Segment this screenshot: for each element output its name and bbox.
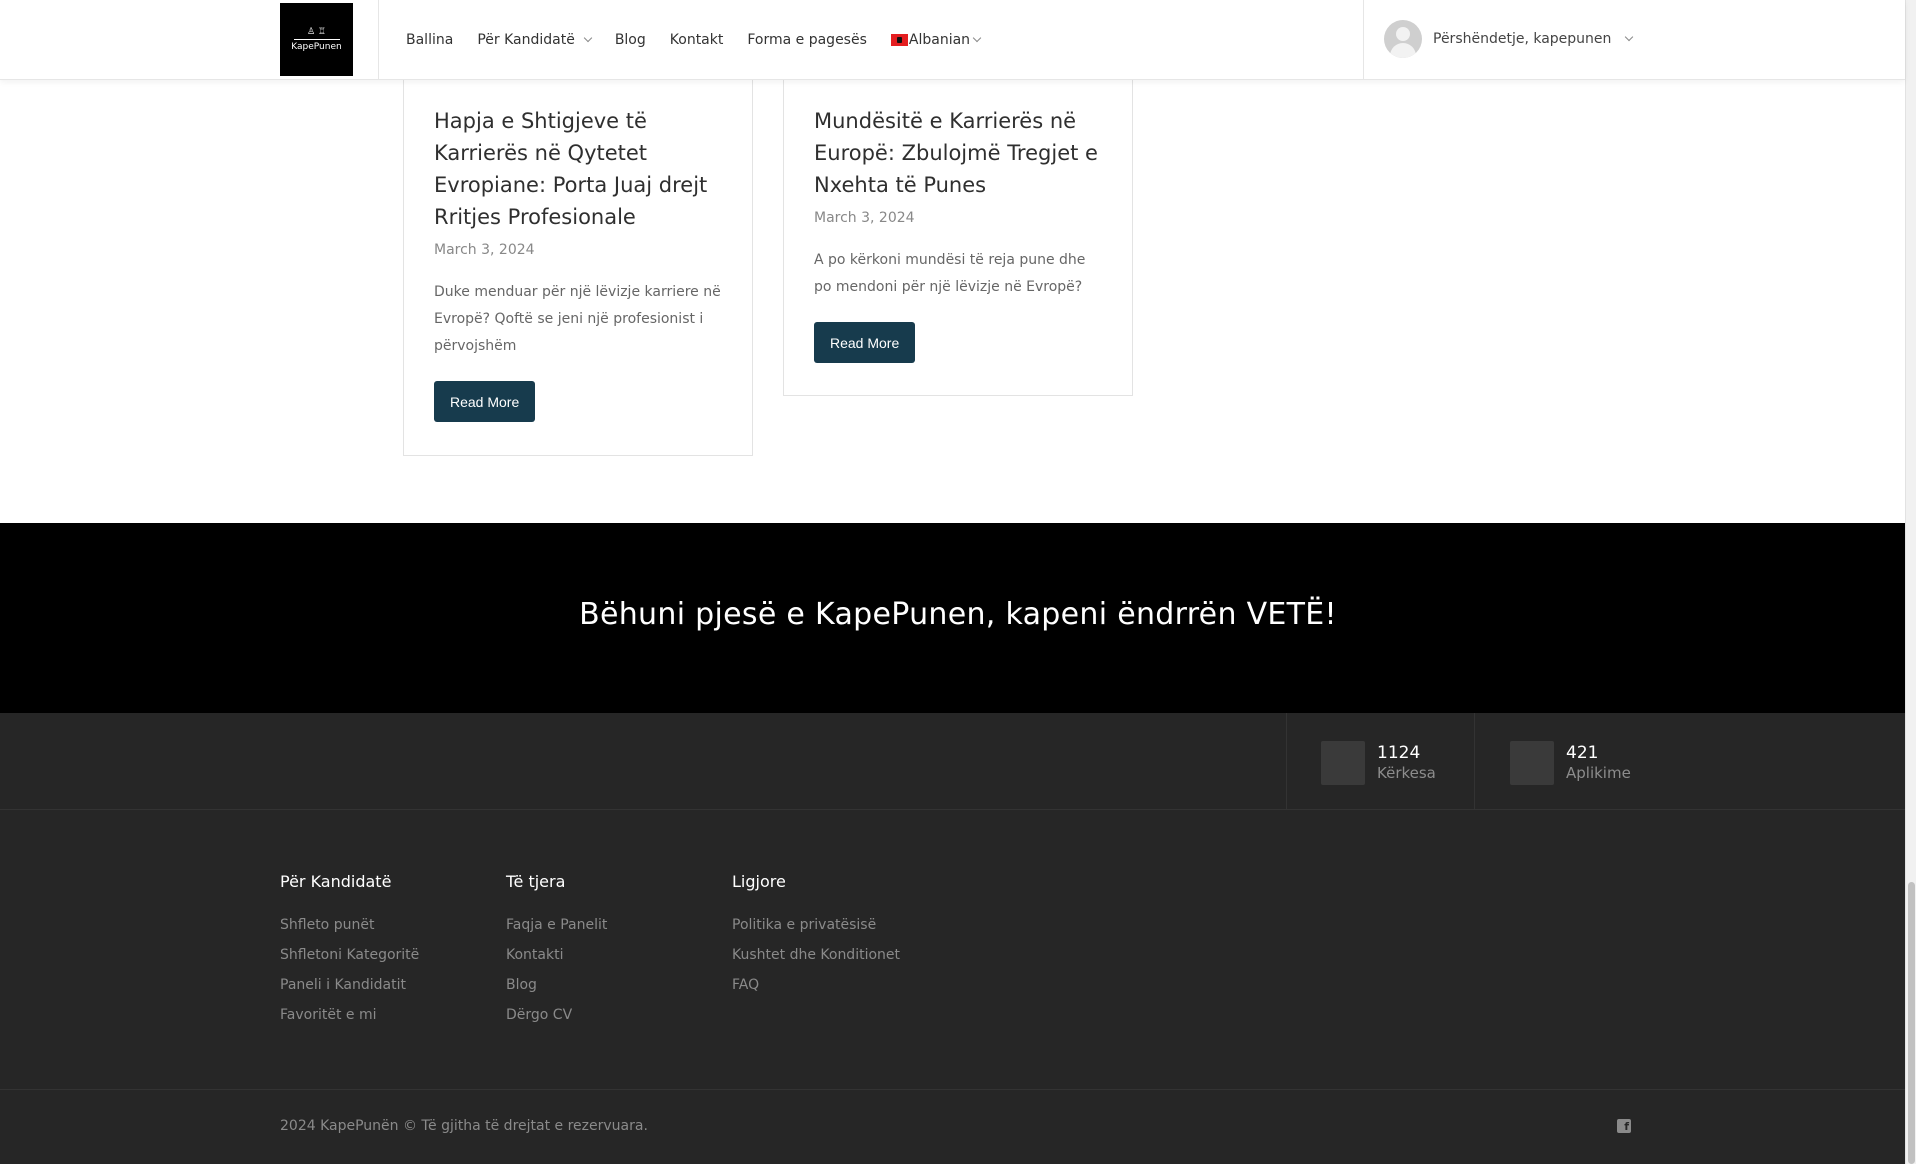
footer-link[interactable]: Shfleto punët (280, 910, 419, 940)
footer-bottom-bar: 2024 KapePunën © Të gjitha të drejtat e … (0, 1089, 1905, 1164)
footer-link[interactable]: Politika e privatësisë (732, 910, 900, 940)
stat-aplikime: 421 Aplikime (1510, 741, 1631, 785)
stat-icon (1510, 741, 1554, 785)
header-divider (378, 0, 379, 80)
stat-kerkesa: 1124 Kërkesa (1321, 741, 1436, 785)
stat-value: 1124 (1377, 743, 1421, 763)
language-selector[interactable]: Albanian (890, 32, 982, 48)
stat-label: Kërkesa (1377, 764, 1436, 782)
footer-link[interactable]: Dërgo CV (506, 1000, 607, 1030)
stats-strip: 1124 Kërkesa 421 Aplikime (0, 713, 1905, 810)
stat-icon (1321, 741, 1365, 785)
chevron-down-icon (583, 33, 593, 43)
user-greeting: Përshëndetje, kapepunen (1433, 31, 1612, 47)
user-menu[interactable]: Përshëndetje, kapepunen (1384, 20, 1634, 58)
header-divider (1363, 0, 1364, 80)
avatar (1384, 20, 1422, 58)
chevron-down-icon (972, 33, 982, 43)
footer-link[interactable]: Blog (506, 970, 607, 1000)
cta-banner: Bëhuni pjesë e KapePunen, kapeni ëndrrën… (0, 523, 1905, 713)
read-more-button[interactable]: Read More (434, 381, 536, 422)
facebook-icon[interactable]: f (1617, 1119, 1631, 1133)
stat-value: 421 (1566, 743, 1599, 763)
page-scrollbar[interactable] (1905, 0, 1916, 1164)
read-more-button[interactable]: Read More (814, 322, 916, 363)
blog-card-date: March 3, 2024 (434, 242, 535, 258)
chevron-down-icon (1625, 32, 1634, 42)
logo-figures-icon: ♙ ♖ (307, 27, 326, 37)
footer-column-ligjore: Ligjore Politika e privatësisë Kushtet d… (732, 872, 900, 1000)
site-footer: Për Kandidatë Shfleto punët Shfletoni Ka… (0, 810, 1905, 1089)
blog-card-excerpt: Duke menduar për një lëvizje karriere në… (434, 284, 721, 354)
footer-column-title: Të tjera (506, 872, 566, 891)
footer-link[interactable]: Shfletoni Kategoritë (280, 940, 419, 970)
footer-link[interactable]: FAQ (732, 970, 900, 1000)
blog-card-date: March 3, 2024 (814, 210, 915, 226)
nav-item-kontakt[interactable]: Kontakt (670, 32, 724, 48)
footer-column-te-tjera: Të tjera Faqja e Panelit Kontakti Blog D… (506, 872, 607, 1030)
footer-column-per-kandidate: Për Kandidatë Shfleto punët Shfletoni Ka… (280, 872, 419, 1030)
site-logo[interactable]: ♙ ♖ KapePunen (280, 3, 353, 76)
footer-link[interactable]: Favoritët e mi (280, 1000, 419, 1030)
banner-title: Bëhuni pjesë e KapePunen, kapeni ëndrrën… (579, 597, 1337, 632)
footer-link[interactable]: Faqja e Panelit (506, 910, 607, 940)
footer-link[interactable]: Paneli i Kandidatit (280, 970, 419, 1000)
stat-label: Aplikime (1566, 764, 1631, 782)
nav-item-per-kandidate[interactable]: Për Kandidatë (477, 32, 593, 48)
footer-link[interactable]: Kushtet dhe Konditionet (732, 940, 900, 970)
nav-item-blog[interactable]: Blog (615, 32, 646, 48)
blog-card: Mundësitë e Karrierës në Europë: Zbulojm… (783, 40, 1133, 396)
footer-link[interactable]: Kontakti (506, 940, 607, 970)
page: ♙ ♖ KapePunen Ballina Për Kandidatë Blog… (0, 0, 1916, 1164)
nav-item-forma-e-pageses[interactable]: Forma e pagesës (747, 32, 867, 48)
blog-card-title[interactable]: Hapja e Shtigjeve të Karrierës në Qytete… (434, 105, 724, 233)
footer-column-title: Për Kandidatë (280, 872, 392, 891)
footer-column-title: Ligjore (732, 872, 786, 891)
blog-card: Hapja e Shtigjeve të Karrierës në Qytete… (403, 40, 753, 456)
copyright-text: 2024 KapePunën © Të gjitha të drejtat e … (280, 1118, 648, 1134)
main-nav: Ballina Për Kandidatë Blog Kontakt Forma… (406, 0, 982, 80)
scrollbar-thumb[interactable] (1908, 882, 1915, 1164)
albania-flag-icon (890, 34, 908, 46)
site-header: ♙ ♖ KapePunen Ballina Për Kandidatë Blog… (0, 0, 1905, 80)
nav-item-ballina[interactable]: Ballina (406, 32, 453, 48)
blog-card-title[interactable]: Mundësitë e Karrierës në Europë: Zbulojm… (814, 105, 1104, 201)
blog-card-excerpt: A po kërkoni mundësi të reja pune dhe po… (814, 252, 1086, 295)
logo-text: KapePunen (291, 42, 342, 52)
